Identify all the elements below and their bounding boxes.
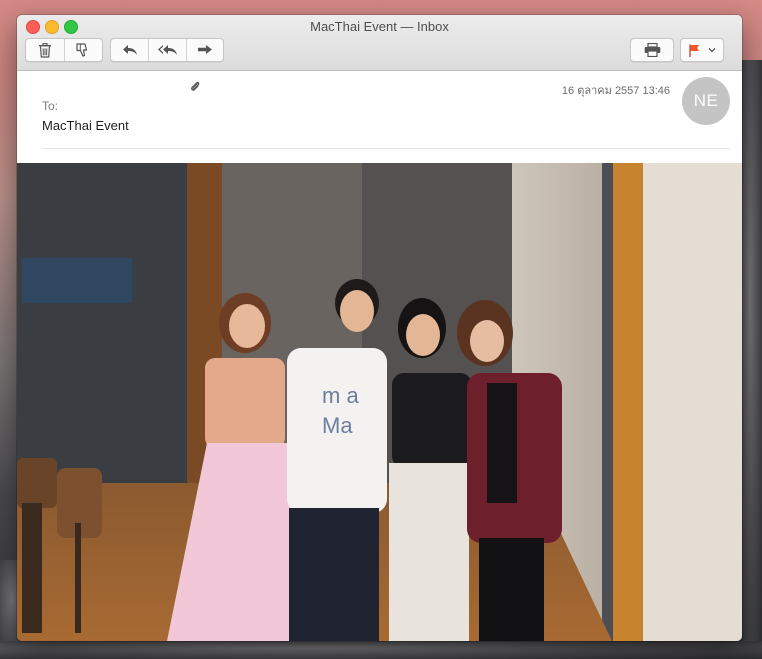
photo-illustration: m a Ma <box>17 163 742 641</box>
print-group <box>630 38 674 62</box>
message-header: 16 ตุลาคม 2557 13:46 NE To: MacThai Even… <box>17 71 742 163</box>
window-title: MacThai Event — Inbox <box>310 19 449 34</box>
chevron-down-icon[interactable] <box>708 47 716 53</box>
flag-group <box>680 38 724 62</box>
desktop-background-rock-bottom <box>0 641 762 659</box>
header-separator <box>42 148 731 149</box>
trash-icon <box>39 42 51 58</box>
print-button[interactable] <box>631 39 673 61</box>
svg-text:m a: m a <box>322 383 359 408</box>
forward-button[interactable] <box>187 39 223 61</box>
svg-text:Ma: Ma <box>322 413 353 438</box>
to-label: To: <box>42 99 59 113</box>
message-date: 16 ตุลาคม 2557 13:46 <box>561 85 670 97</box>
desktop-background-rock-right <box>742 60 762 659</box>
printer-icon <box>644 43 660 57</box>
flag-icon <box>689 44 699 57</box>
junk-button[interactable] <box>65 39 102 61</box>
delete-junk-group <box>25 38 103 62</box>
to-recipient[interactable]: MacThai Event <box>42 118 129 133</box>
reply-button[interactable] <box>111 39 149 61</box>
mail-window: MacThai Event — Inbox 16 ตุลาคม 2557 13:… <box>17 15 742 641</box>
title-bar: MacThai Event — Inbox <box>17 15 742 71</box>
forward-arrow-icon <box>198 45 212 54</box>
reply-all-arrow-icon <box>157 45 177 55</box>
thumbs-down-icon <box>76 43 88 57</box>
reply-all-button[interactable] <box>149 39 187 61</box>
reply-arrow-icon <box>122 45 137 55</box>
message-photo[interactable]: m a Ma <box>17 163 742 641</box>
flag-button[interactable] <box>681 39 723 61</box>
sender-avatar: NE <box>682 77 730 125</box>
paperclip-icon[interactable] <box>190 80 200 92</box>
delete-button[interactable] <box>26 39 65 61</box>
reply-group <box>110 38 224 62</box>
